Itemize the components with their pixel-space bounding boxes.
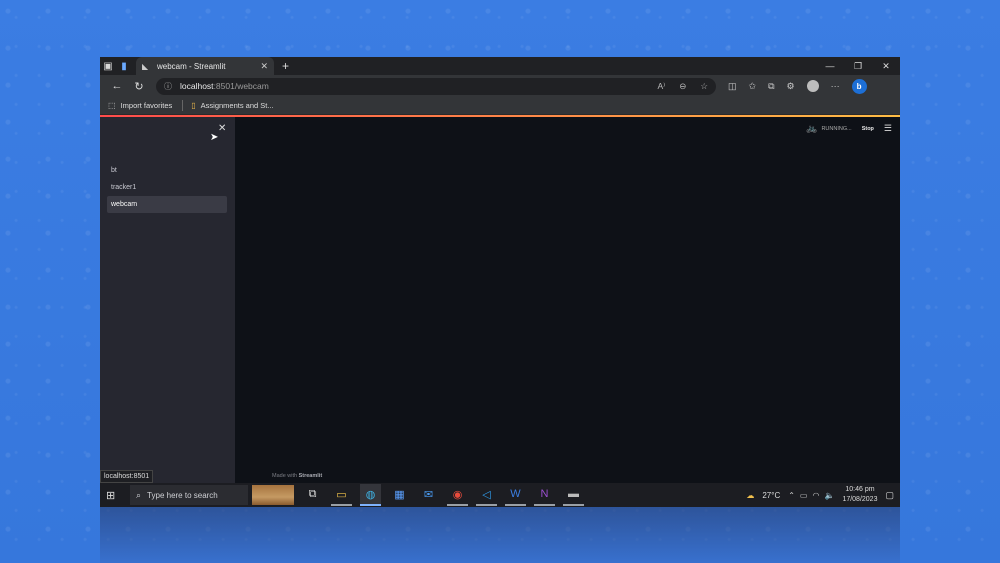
search-icon: ⌕: [136, 489, 142, 500]
streamlit-link[interactable]: Streamlit: [299, 473, 323, 479]
mail-icon[interactable]: ✉: [418, 484, 439, 506]
battery-icon[interactable]: ▭: [800, 491, 808, 500]
notifications-icon[interactable]: ▢: [885, 490, 894, 501]
app-header: 🚲 RUNNING... Stop ☰: [806, 123, 892, 134]
chevron-up-icon[interactable]: ⌃: [788, 491, 795, 500]
url-host: localhost: [180, 81, 214, 91]
favorite-star-icon[interactable]: ☆: [700, 81, 708, 92]
tab-webcam[interactable]: ◣ webcam - Streamlit ✕: [136, 57, 274, 75]
clock-date: 17/08/2023: [842, 496, 878, 503]
edge-icon[interactable]: ◍: [360, 484, 381, 506]
split-screen-icon[interactable]: ◫: [728, 81, 737, 92]
favorite-import[interactable]: ⬚ Import favorites: [108, 101, 172, 110]
favorites-bar: ⬚ Import favorites ▯ Assignments and St.…: [100, 97, 900, 115]
screen-reflection: [100, 507, 900, 563]
windows-taskbar: ⊞ ⌕ Type here to search ⧉ ▭ ◍ ▦ ✉ ◉ ◁ W …: [100, 483, 900, 507]
status-url-tooltip: localhost:8501: [100, 470, 154, 483]
extensions-icon[interactable]: ⚙: [787, 81, 795, 92]
made-with-footer: Made with Streamlit: [272, 473, 322, 479]
sidebar-item-label: webcam: [111, 201, 138, 208]
file-explorer-icon[interactable]: ▭: [331, 484, 352, 506]
close-tab-icon[interactable]: ✕: [260, 61, 268, 72]
weather-icon[interactable]: ☁: [746, 491, 754, 500]
made-with-prefix: Made with: [272, 473, 298, 479]
word-icon[interactable]: W: [505, 484, 526, 506]
volume-icon[interactable]: 🔈: [824, 491, 834, 500]
taskbar-search[interactable]: ⌕ Type here to search: [130, 485, 248, 505]
refresh-icon[interactable]: ↻: [128, 80, 150, 93]
profile-avatar[interactable]: [806, 80, 819, 92]
folder-icon: ▯: [191, 101, 196, 110]
restore-icon[interactable]: ❐: [844, 61, 872, 72]
close-window-icon[interactable]: ✕: [872, 61, 900, 72]
terminal-icon[interactable]: ▬: [563, 484, 584, 506]
tab-title: webcam - Streamlit: [157, 61, 226, 71]
vscode-icon[interactable]: ◁: [476, 484, 497, 506]
search-placeholder: Type here to search: [147, 490, 218, 500]
favorites-icon[interactable]: ✩: [749, 81, 757, 92]
page-nav: bt tracker1 webcam: [107, 162, 227, 213]
wifi-icon[interactable]: ◠: [812, 491, 819, 500]
onenote-icon[interactable]: N: [534, 484, 555, 506]
favorite-label: Import favorites: [120, 101, 173, 110]
stop-button[interactable]: Stop: [862, 126, 874, 132]
favorites-divider: [182, 100, 184, 111]
main-content: 🚲 RUNNING... Stop ☰ Made with Streamlit: [235, 117, 900, 483]
title-bar: ▣ ▮ ◣ webcam - Streamlit ✕ + — ❐ ✕: [100, 57, 900, 75]
running-bike-icon: 🚲: [806, 123, 818, 133]
task-view-icon[interactable]: ⧉: [302, 484, 323, 506]
running-label: RUNNING...: [821, 125, 852, 132]
sidebar-item-label: bt: [111, 167, 117, 174]
back-icon[interactable]: ←: [106, 80, 128, 92]
windows-start-icon[interactable]: ⊞: [106, 489, 126, 502]
system-tray: ☁ 27°C ⌃ ▭ ◠ 🔈 10:46 pm 17/08/2023 ▢: [746, 485, 894, 505]
sidebar-item-tracker1[interactable]: tracker1: [107, 179, 227, 196]
minimize-icon[interactable]: —: [816, 61, 844, 72]
clock[interactable]: 10:46 pm 17/08/2023: [842, 485, 877, 505]
favorite-label: Assignments and St...: [200, 101, 274, 110]
bing-copilot-icon[interactable]: b: [851, 78, 867, 94]
new-tab-icon[interactable]: +: [282, 59, 289, 73]
hamburger-menu-icon[interactable]: ☰: [884, 123, 892, 134]
import-icon: ⬚: [108, 101, 116, 110]
clock-time: 10:46 pm: [845, 486, 875, 493]
more-options-icon[interactable]: ···: [831, 81, 840, 91]
store-icon[interactable]: ▦: [389, 484, 410, 506]
toolbar: ◫ ✩ ⧉ ⚙ ··· b: [728, 78, 867, 94]
browser-window: ▣ ▮ ◣ webcam - Streamlit ✕ + — ❐ ✕ ← ↻ ⓘ…: [100, 57, 900, 507]
window-controls: — ❐ ✕: [816, 61, 900, 72]
address-bar[interactable]: ⓘ localhost:8501/webcam A⁾ ⊖ ☆: [156, 77, 716, 95]
browser-menu-icon[interactable]: ▣: [100, 57, 116, 75]
sidebar-item-label: tracker1: [111, 184, 137, 191]
streamlit-icon: ◣: [142, 61, 149, 71]
mouse-cursor-icon: ➤: [210, 132, 219, 143]
navigation-bar: ← ↻ ⓘ localhost:8501/webcam A⁾ ⊖ ☆ ◫ ✩ ⧉…: [100, 75, 900, 97]
zoom-icon[interactable]: ⊖: [679, 81, 686, 92]
pinned-apps: ⧉ ▭ ◍ ▦ ✉ ◉ ◁ W N ▬: [302, 484, 584, 506]
read-aloud-icon[interactable]: A⁾: [657, 81, 665, 92]
chrome-icon[interactable]: ◉: [447, 484, 468, 506]
running-status: 🚲 RUNNING...: [806, 123, 851, 134]
search-highlight-image[interactable]: [252, 485, 294, 505]
site-info-icon[interactable]: ⓘ: [164, 81, 172, 92]
sidebar: ✕ ➤ bt tracker1 webcam localhost:8501: [100, 117, 235, 483]
vertical-tabs-icon[interactable]: ▮: [116, 57, 132, 75]
sidebar-item-webcam[interactable]: webcam: [107, 196, 227, 213]
close-sidebar-icon[interactable]: ✕: [218, 123, 226, 134]
favorite-assignments[interactable]: ▯ Assignments and St...: [191, 101, 273, 110]
temperature[interactable]: 27°C: [762, 491, 780, 500]
url-path: :8501/webcam: [213, 81, 269, 91]
sidebar-item-bt[interactable]: bt: [107, 162, 227, 179]
collections-icon[interactable]: ⧉: [768, 81, 774, 92]
